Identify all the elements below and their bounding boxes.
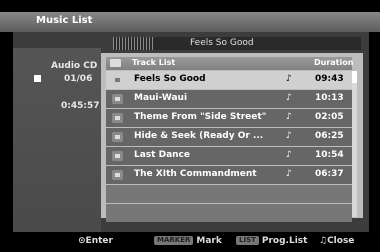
music-note-icon: ♪ [286,93,292,103]
enter-icon: ⊙ [78,236,86,246]
scroll-thumb[interactable] [352,71,357,83]
track-icon [112,75,123,85]
list-button-icon: LIST [236,236,259,245]
stop-icon [34,75,41,82]
track-name: Theme From "Side Street" [134,112,267,122]
disc-type: Audio CD [51,61,98,71]
track-icon [112,94,123,104]
close-hint: ♫Close [319,236,354,246]
track-row[interactable]: Maui-Waui ♪ 10:13 [106,90,352,108]
track-row[interactable]: Feels So Good ♪ 09:43 [106,71,352,89]
track-duration: 10:13 [315,93,344,103]
track-name: Last Dance [134,150,190,160]
window-title: Music List [36,15,93,26]
track-icon [112,132,123,142]
music-list-screen: Music List Audio CD 01/06 0:45:57 Feels … [0,0,380,252]
track-position: 01/06 [64,74,93,84]
duration-column-header: Duration [314,58,354,67]
track-name: The XIth Commandment [134,169,257,179]
track-name: Feels So Good [134,74,206,84]
empty-row [106,204,352,222]
now-playing-title: Feels So Good [190,38,254,48]
track-row[interactable]: Hide & Seek (Ready Or ... ♪ 06:25 [106,128,352,146]
now-playing-stripe [113,37,153,50]
music-note-icon: ♪ [286,74,292,84]
track-name: Maui-Waui [134,93,188,103]
enter-hint: ⊙Enter [78,236,113,246]
prog-list-label: Prog.List [261,236,308,246]
music-note-icon: ♪ [286,150,292,160]
close-label: Close [327,236,355,246]
scrollbar[interactable] [352,71,357,217]
track-duration: 10:54 [315,150,344,160]
track-row[interactable]: The XIth Commandment ♪ 06:37 [106,166,352,184]
track-icon [112,113,123,123]
track-duration: 09:43 [315,74,344,84]
folder-icon [110,59,121,67]
empty-row [106,185,352,203]
mark-label: Mark [196,236,222,246]
track-duration: 06:37 [315,169,344,179]
track-rows: Feels So Good ♪ 09:43 Maui-Waui ♪ 10:13 … [106,71,352,223]
elapsed-time: 0:45:57 [61,101,100,111]
music-note-icon: ♪ [286,112,292,122]
track-duration: 06:25 [315,131,344,141]
track-duration: 02:05 [315,112,344,122]
track-row[interactable]: Last Dance ♪ 10:54 [106,147,352,165]
close-icon: ♫ [319,236,328,246]
enter-label: Enter [85,236,113,246]
track-column-header: Track List [132,58,176,67]
music-note-icon: ♪ [286,131,292,141]
track-icon [112,151,123,161]
prog-list-hint: LIST Prog.List [236,236,307,246]
track-icon [112,170,123,180]
track-row[interactable]: Theme From "Side Street" ♪ 02:05 [106,109,352,127]
music-note-icon: ♪ [286,169,292,179]
mark-hint: MARKER Mark [154,236,222,246]
track-name: Hide & Seek (Ready Or ... [134,131,264,141]
marker-button-icon: MARKER [154,236,194,245]
